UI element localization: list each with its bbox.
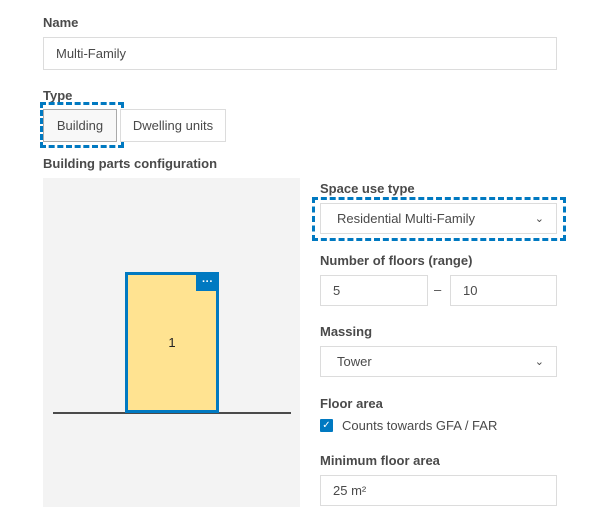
massing-select[interactable]: Tower ⌄ xyxy=(320,346,557,377)
min-floor-area-value: 25 m² xyxy=(333,483,367,498)
min-floor-area-input[interactable]: 25 m² xyxy=(320,475,557,506)
building-part[interactable]: 1 xyxy=(125,272,219,413)
name-input[interactable]: Multi-Family xyxy=(43,37,557,70)
config-label: Building parts configuration xyxy=(43,156,218,171)
massing-label: Massing xyxy=(320,324,373,339)
floors-min-value: 5 xyxy=(333,283,341,298)
part-number: 1 xyxy=(168,335,176,350)
range-separator: – xyxy=(434,282,442,297)
building-parts-canvas: 1 ··· xyxy=(43,178,300,507)
floors-min-input[interactable]: 5 xyxy=(320,275,428,306)
floor-area-label: Floor area xyxy=(320,396,383,411)
chevron-down-icon: ⌄ xyxy=(534,356,544,368)
space-use-label: Space use type xyxy=(320,181,415,196)
massing-value: Tower xyxy=(337,354,372,369)
type-dwelling-units-button[interactable]: Dwelling units xyxy=(120,109,226,142)
name-value: Multi-Family xyxy=(56,46,127,61)
space-use-select[interactable]: Residential Multi-Family ⌄ xyxy=(320,203,557,234)
min-floor-area-label: Minimum floor area xyxy=(320,453,440,468)
space-use-value: Residential Multi-Family xyxy=(337,211,475,226)
chevron-down-icon: ⌄ xyxy=(534,213,544,225)
floors-max-input[interactable]: 10 xyxy=(450,275,557,306)
type-building-button[interactable]: Building xyxy=(43,109,117,142)
more-options-button[interactable]: ··· xyxy=(196,272,219,291)
checkbox-checked-icon[interactable]: ✓ xyxy=(320,419,333,432)
name-label: Name xyxy=(43,15,79,30)
type-label: Type xyxy=(43,88,73,103)
floors-label: Number of floors (range) xyxy=(320,253,473,268)
gfa-checkbox-row[interactable]: ✓ Counts towards GFA / FAR xyxy=(320,418,497,433)
gfa-checkbox-label: Counts towards GFA / FAR xyxy=(342,418,498,433)
floors-max-value: 10 xyxy=(463,283,478,298)
